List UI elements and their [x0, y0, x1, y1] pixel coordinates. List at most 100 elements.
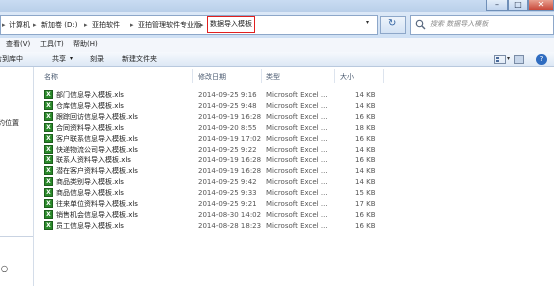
file-type: Microsoft Excel ...: [266, 210, 328, 219]
column-header-modified[interactable]: 修改日期: [198, 71, 226, 83]
column-header-size[interactable]: 大小: [340, 71, 354, 83]
breadcrumb-computer[interactable]: 计算机: [9, 19, 30, 31]
excel-file-icon: X: [44, 155, 53, 165]
menu-help[interactable]: 帮助(H): [73, 39, 98, 50]
file-modified-date: 2014-09-19 17:02: [198, 134, 262, 143]
minimize-button[interactable]: –: [486, 0, 508, 11]
title-bar: [0, 0, 554, 12]
file-modified-date: 2014-09-25 9:21: [198, 200, 257, 208]
file-row[interactable]: X 客户联系信息导入模板.xls 2014-09-19 17:02 Microsoft…: [41, 133, 381, 144]
file-type: Microsoft Excel ...: [266, 189, 328, 198]
file-size: 16 KB: [355, 134, 376, 143]
file-size: 14 KB: [355, 145, 376, 154]
breadcrumb-import-templates[interactable]: 数据导入模板: [207, 16, 255, 33]
file-name[interactable]: 客户联系信息导入模板.xls: [56, 134, 138, 144]
file-size: 17 KB: [355, 200, 376, 208]
file-row[interactable]: X 部门信息导入模板.xls 2014-09-25 9:16 Microsoft Ex…: [41, 90, 381, 100]
column-divider[interactable]: [261, 69, 262, 83]
file-type: Microsoft Excel ...: [266, 134, 328, 143]
breadcrumb-separator[interactable]: ▸: [84, 19, 88, 31]
file-modified-date: 2014-09-25 9:16: [198, 91, 257, 99]
file-size: 16 KB: [355, 156, 376, 165]
file-row[interactable]: X 往来单位资料导入模板.xls 2014-09-25 9:21 Microsoft …: [41, 199, 381, 209]
file-modified-date: 2014-09-25 9:48: [198, 101, 257, 110]
include-in-library-button[interactable]: 包含到库中: [0, 54, 23, 64]
column-divider[interactable]: [192, 69, 193, 83]
breadcrumb-separator[interactable]: ▸: [130, 19, 134, 31]
view-dropdown-icon[interactable]: ▾: [507, 55, 510, 62]
file-modified-date: 2014-09-19 16:28: [198, 156, 262, 165]
nav-item-recent-places[interactable]: 约位置: [0, 118, 19, 128]
file-size: 16 KB: [355, 112, 376, 121]
file-row[interactable]: X 销售机会信息导入模板.xls 2014-08-30 14:02 Microsoft…: [41, 209, 381, 220]
file-row[interactable]: X 合同资料导入模板.xls 2014-09-20 8:55 Microsoft Ex…: [41, 122, 381, 133]
maximize-button[interactable]: □: [508, 0, 528, 11]
file-name[interactable]: 仓库信息导入模板.xls: [56, 101, 124, 111]
file-modified-date: 2014-09-25 9:42: [198, 178, 257, 187]
breadcrumb-drive-d[interactable]: 新加卷 (D:): [41, 19, 77, 31]
column-header-type[interactable]: 类型: [266, 71, 280, 83]
close-button[interactable]: ✕: [528, 0, 554, 11]
file-name[interactable]: 商品类别导入模板.xls: [56, 177, 124, 187]
file-name[interactable]: 合同资料导入模板.xls: [56, 123, 124, 133]
nav-item-partial[interactable]: ○: [1, 264, 8, 273]
breadcrumb-separator: ▸: [2, 21, 6, 29]
menu-view[interactable]: 查看(V): [6, 39, 30, 50]
search-icon: [415, 19, 426, 30]
file-row[interactable]: X 联系人资料导入模板.xls 2014-09-19 16:28 Microsoft …: [41, 155, 381, 165]
file-modified-date: 2014-08-28 18:23: [198, 221, 262, 230]
excel-file-icon: X: [44, 177, 53, 187]
column-divider[interactable]: [334, 69, 335, 83]
file-type: Microsoft Excel ...: [266, 101, 328, 110]
file-row[interactable]: X 快递物流公司导入模板.xls 2014-09-25 9:22 Microsoft …: [41, 144, 381, 155]
file-row[interactable]: X 商品信息导入模板.xls 2014-09-25 9:33 Microsoft Ex…: [41, 188, 381, 198]
excel-file-icon: X: [44, 199, 53, 208]
breadcrumb-separator[interactable]: ▸: [33, 19, 37, 31]
file-name[interactable]: 潜在客户资料导入模板.xls: [56, 166, 138, 176]
breadcrumb-separator[interactable]: ▸: [200, 19, 204, 31]
file-row[interactable]: X 跟踪回访信息导入模板.xls 2014-09-19 16:28 Microsoft…: [41, 111, 381, 122]
file-type: Microsoft Excel ...: [266, 91, 328, 99]
menu-tools[interactable]: 工具(T): [40, 39, 64, 50]
file-modified-date: 2014-09-25 9:22: [198, 145, 257, 154]
nav-divider: [0, 236, 33, 237]
column-header-name[interactable]: 名称: [44, 71, 58, 83]
file-name[interactable]: 销售机会信息导入模板.xls: [56, 210, 138, 220]
file-size: 16 KB: [355, 210, 376, 219]
view-options-icon[interactable]: [494, 55, 506, 64]
file-modified-date: 2014-09-19 16:28: [198, 167, 262, 176]
command-toolbar: [0, 52, 554, 67]
share-dropdown-icon[interactable]: ▾: [70, 54, 73, 64]
preview-pane-icon[interactable]: [514, 55, 524, 64]
new-folder-button[interactable]: 新建文件夹: [122, 54, 157, 64]
file-name[interactable]: 商品信息导入模板.xls: [56, 188, 124, 198]
address-dropdown-icon[interactable]: ▾: [366, 19, 369, 26]
file-row[interactable]: X 潜在客户资料导入模板.xls 2014-09-19 16:28 Microsoft…: [41, 166, 381, 176]
file-name[interactable]: 部门信息导入模板.xls: [56, 90, 124, 100]
file-type: Microsoft Excel ...: [266, 200, 328, 208]
refresh-button[interactable]: ↻: [380, 16, 406, 34]
column-divider[interactable]: [383, 69, 384, 83]
file-name[interactable]: 跟踪回访信息导入模板.xls: [56, 112, 138, 122]
file-name[interactable]: 员工信息导入模板.xls: [56, 221, 124, 231]
excel-file-icon: X: [44, 220, 53, 230]
refresh-icon: ↻: [388, 18, 397, 29]
breadcrumb-management-pro[interactable]: 亚拍管理软件专业版: [138, 19, 201, 31]
file-row[interactable]: X 商品类别导入模板.xls 2014-09-25 9:42 Microsoft Ex…: [41, 177, 381, 187]
file-type: Microsoft Excel ...: [266, 145, 328, 154]
excel-file-icon: X: [44, 133, 53, 143]
burn-button[interactable]: 刻录: [90, 54, 104, 64]
file-size: 16 KB: [355, 221, 376, 230]
file-row[interactable]: X 仓库信息导入模板.xls 2014-09-25 9:48 Microsoft Ex…: [41, 100, 381, 111]
file-size: 14 KB: [355, 178, 376, 187]
file-name[interactable]: 快递物流公司导入模板.xls: [56, 145, 138, 155]
breadcrumb-yapai-software[interactable]: 亚拍软件: [92, 19, 120, 31]
file-name[interactable]: 往来单位资料导入模板.xls: [56, 199, 138, 209]
file-row[interactable]: X 员工信息导入模板.xls 2014-08-28 18:23 Microsoft E…: [41, 220, 381, 231]
excel-file-icon: X: [44, 188, 53, 198]
file-modified-date: 2014-09-25 9:33: [198, 189, 257, 198]
file-type: Microsoft Excel ...: [266, 112, 328, 121]
file-name[interactable]: 联系人资料导入模板.xls: [56, 155, 131, 165]
help-icon[interactable]: ?: [536, 54, 547, 65]
share-button[interactable]: 共享: [52, 54, 66, 64]
